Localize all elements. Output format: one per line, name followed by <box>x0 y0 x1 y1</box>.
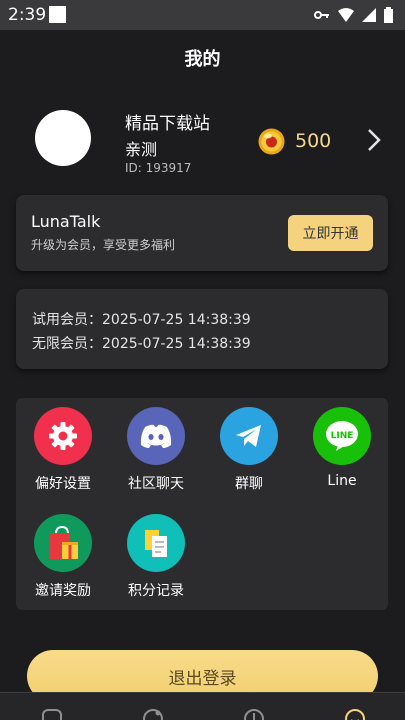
status-icons <box>314 7 393 23</box>
vip-subtitle: 升级为会员，享受更多福利 <box>31 238 176 252</box>
chat-nav-icon[interactable] <box>141 707 165 720</box>
chevron-right-icon[interactable] <box>364 126 384 154</box>
signal-icon <box>362 8 376 22</box>
shortcut-label: 社区聊天 <box>128 476 184 492</box>
vip-card: LunaTalk 升级为会员，享受更多福利 立即开通 <box>16 195 388 271</box>
coin-balance: 500 <box>295 130 332 152</box>
home-nav-icon[interactable] <box>40 707 64 720</box>
battery-icon <box>384 7 393 23</box>
shortcut-label: 群聊 <box>235 476 263 492</box>
document-icon <box>127 514 185 572</box>
shortcut-label: Line <box>327 473 357 489</box>
shortcut-label: 偏好设置 <box>35 476 91 492</box>
shortcut-grid: 偏好设置 社区聊天 群聊 LINE Line 邀请奖励 积分记录 <box>16 398 388 610</box>
wifi-icon <box>338 8 354 22</box>
shortcut-group-chat[interactable]: 群聊 <box>209 407 289 493</box>
shortcut-points-record[interactable]: 积分记录 <box>116 514 196 600</box>
trial-member-expiry: 试用会员：2025-07-25 14:38:39 <box>32 312 251 328</box>
shortcut-invite-rewards[interactable]: 邀请奖励 <box>23 514 103 600</box>
coin-icon <box>258 128 285 155</box>
shortcut-community-chat[interactable]: 社区聊天 <box>116 407 196 493</box>
activate-vip-button[interactable]: 立即开通 <box>288 215 373 251</box>
shortcut-line[interactable]: LINE Line <box>302 407 382 489</box>
gift-bag-icon <box>34 514 92 572</box>
page-title: 我的 <box>184 49 221 70</box>
vpn-key-icon <box>314 11 329 19</box>
line-icon: LINE <box>313 407 371 465</box>
user-name: 精品下载站 <box>125 114 210 134</box>
gear-icon <box>34 407 92 465</box>
telegram-icon <box>220 407 278 465</box>
avatar[interactable] <box>35 110 91 166</box>
shortcut-label: 积分记录 <box>128 583 184 599</box>
unlimited-member-expiry: 无限会员：2025-07-25 14:38:39 <box>32 336 251 352</box>
notification-icon <box>49 6 66 23</box>
vip-title: LunaTalk <box>31 212 101 231</box>
shortcut-label: 邀请奖励 <box>35 583 91 599</box>
download-nav-icon[interactable] <box>242 707 266 720</box>
user-nickname: 亲测 <box>125 140 158 159</box>
status-time: 2:39 <box>8 5 47 25</box>
user-id: ID: 193917 <box>125 161 192 175</box>
bottom-nav <box>0 692 405 720</box>
status-bar: 2:39 <box>0 0 405 30</box>
svg-text:LINE: LINE <box>331 431 354 441</box>
shortcut-preferences[interactable]: 偏好设置 <box>23 407 103 493</box>
profile-nav-icon[interactable] <box>343 707 367 720</box>
membership-card: 试用会员：2025-07-25 14:38:39 无限会员：2025-07-25… <box>16 289 388 369</box>
discord-icon <box>127 407 185 465</box>
